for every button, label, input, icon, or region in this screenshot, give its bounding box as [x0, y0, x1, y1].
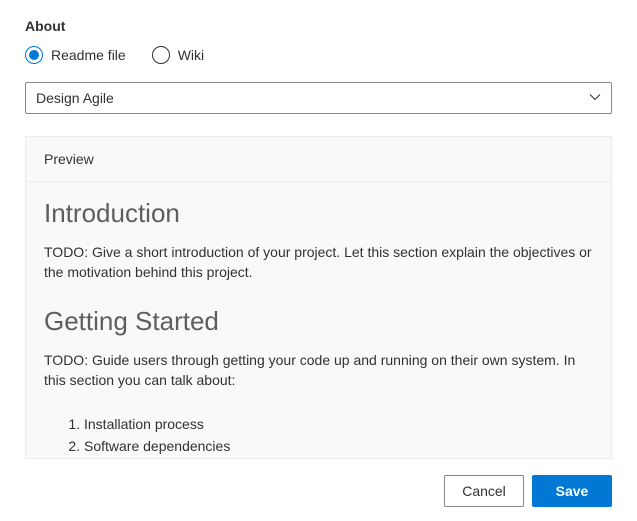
getting-started-body: TODO: Guide users through getting your c…: [44, 351, 593, 390]
radio-selected-icon: [25, 46, 43, 64]
intro-body: TODO: Give a short introduction of your …: [44, 243, 593, 282]
cancel-button[interactable]: Cancel: [444, 475, 524, 507]
repo-dropdown[interactable]: Design Agile: [25, 82, 612, 114]
save-button[interactable]: Save: [532, 475, 612, 507]
preview-content: Introduction TODO: Give a short introduc…: [26, 182, 611, 458]
dropdown-selected-value: Design Agile: [36, 90, 114, 106]
radio-wiki-label: Wiki: [178, 47, 204, 63]
getting-started-heading: Getting Started: [44, 306, 593, 337]
getting-started-list: Installation process Software dependenci…: [44, 414, 593, 457]
radio-unselected-icon: [152, 46, 170, 64]
preview-header-label: Preview: [44, 151, 94, 167]
preview-panel: Preview Introduction TODO: Give a short …: [25, 136, 612, 459]
list-item: Installation process: [84, 414, 593, 436]
radio-readme-label: Readme file: [51, 47, 126, 63]
chevron-down-icon: [589, 90, 601, 106]
list-item: Software dependencies: [84, 436, 593, 458]
radio-readme[interactable]: Readme file: [25, 46, 126, 64]
about-radio-group: Readme file Wiki: [25, 46, 612, 64]
radio-wiki[interactable]: Wiki: [152, 46, 204, 64]
preview-header: Preview: [26, 137, 611, 182]
intro-heading: Introduction: [44, 198, 593, 229]
about-label: About: [25, 18, 612, 34]
footer-actions: Cancel Save: [0, 461, 637, 521]
